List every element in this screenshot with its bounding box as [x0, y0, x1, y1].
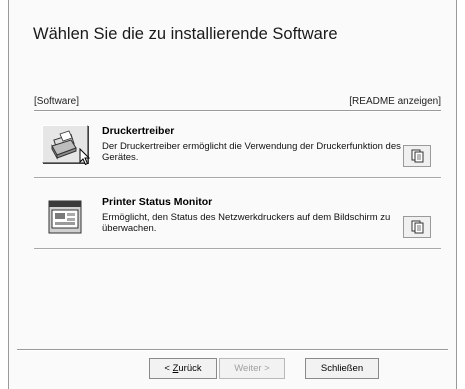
item-divider	[34, 177, 441, 179]
footer-divider	[17, 349, 448, 351]
item-title: Printer Status Monitor	[102, 196, 213, 208]
item-description: Ermöglicht, den Status des Netzwerkdruck…	[102, 212, 391, 234]
document-icon	[411, 149, 424, 163]
page-title: Wählen Sie die zu installierende Softwar…	[33, 25, 338, 43]
close-button[interactable]: Schließen	[305, 358, 379, 379]
readme-section-label: [README anzeigen]	[349, 96, 441, 107]
next-button[interactable]: Weiter >	[219, 358, 285, 379]
document-icon	[411, 220, 424, 234]
readme-druckertreiber-button[interactable]	[403, 145, 431, 167]
back-label: urück	[178, 363, 202, 374]
software-item-druckertreiber: Druckertreiber Der Druckertreiber ermögl…	[34, 121, 441, 181]
item-title: Druckertreiber	[102, 125, 175, 137]
installer-window: Wählen Sie die zu installierende Softwar…	[8, 0, 457, 389]
section-divider	[34, 110, 441, 112]
item-divider	[34, 248, 441, 250]
software-item-printer-status-monitor: Printer Status Monitor Ermöglicht, den S…	[34, 192, 441, 252]
install-druckertreiber-button[interactable]	[42, 125, 91, 166]
mouse-cursor-icon	[79, 148, 91, 166]
install-printer-status-monitor-button[interactable]	[48, 200, 82, 234]
status-monitor-icon	[48, 200, 82, 234]
back-prefix: <	[164, 363, 173, 374]
back-button[interactable]: < Zurück	[149, 358, 217, 379]
readme-printer-status-monitor-button[interactable]	[403, 216, 431, 238]
software-section-label: [Software]	[34, 96, 80, 107]
item-description: Der Druckertreiber ermöglicht die Verwen…	[102, 141, 401, 163]
